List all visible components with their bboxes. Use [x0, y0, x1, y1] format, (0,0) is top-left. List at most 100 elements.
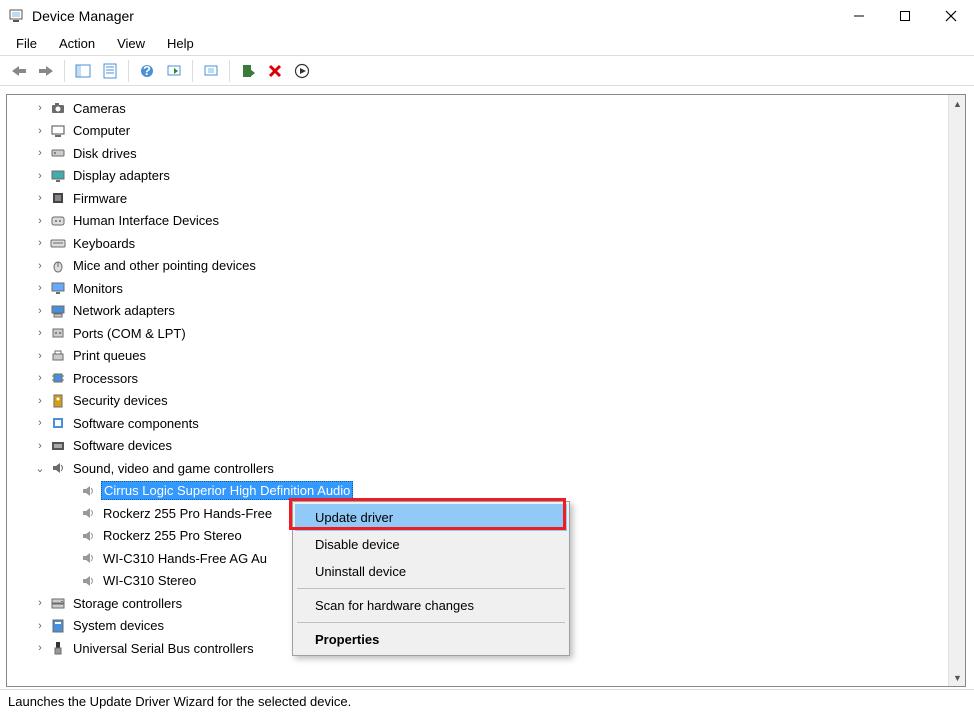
printer-icon	[49, 347, 67, 365]
menu-action[interactable]: Action	[49, 34, 105, 53]
speaker-icon	[79, 572, 97, 590]
expander-icon[interactable]: ›	[33, 305, 47, 317]
expander-icon[interactable]: ›	[33, 620, 47, 632]
maximize-button[interactable]	[882, 0, 928, 32]
tree-item-label: Software components	[71, 415, 201, 432]
computer-icon	[49, 122, 67, 140]
tree-category[interactable]: ›Display adapters	[19, 165, 948, 188]
tree-category[interactable]: › Human Interface Devices	[19, 210, 948, 233]
expander-icon[interactable]: ›	[33, 282, 47, 294]
tree-category[interactable]: › Disk drives	[19, 142, 948, 165]
expander-icon[interactable]: ›	[33, 170, 47, 182]
tree-category[interactable]: ⌄ Sound, video and game controllers	[19, 457, 948, 480]
expander-icon[interactable]: ›	[33, 417, 47, 429]
statusbar-text: Launches the Update Driver Wizard for th…	[8, 694, 351, 709]
expander-icon[interactable]: ›	[33, 102, 47, 114]
help-icon[interactable]: ?	[134, 58, 160, 84]
tree-item-label: Cameras	[71, 100, 128, 117]
tree-category[interactable]: › Processors	[19, 367, 948, 390]
tree-item-label: Human Interface Devices	[71, 212, 221, 229]
expander-icon[interactable]: ›	[33, 372, 47, 384]
back-button[interactable]	[6, 58, 32, 84]
uninstall-device-icon[interactable]	[235, 58, 261, 84]
tree-category[interactable]: ›Security devices	[19, 390, 948, 413]
expander-icon[interactable]: ›	[33, 597, 47, 609]
context-menu-item[interactable]: Properties	[295, 626, 567, 653]
context-menu[interactable]: Update driverDisable deviceUninstall dev…	[292, 501, 570, 656]
tree-item-label: Storage controllers	[71, 595, 184, 612]
expander-icon[interactable]: ›	[33, 192, 47, 204]
sound-icon	[49, 459, 67, 477]
tree-item-label: Processors	[71, 370, 140, 387]
expander-icon[interactable]: ›	[33, 440, 47, 452]
context-menu-item[interactable]: Scan for hardware changes	[295, 592, 567, 619]
update-driver-icon[interactable]	[198, 58, 224, 84]
tree-item-label: Rockerz 255 Pro Hands-Free	[101, 505, 274, 522]
tree-category[interactable]: ›Computer	[19, 120, 948, 143]
expander-icon[interactable]: ›	[33, 327, 47, 339]
tree-category[interactable]: ›Print queues	[19, 345, 948, 368]
context-menu-item[interactable]: Uninstall device	[295, 558, 567, 585]
titlebar: Device Manager	[0, 0, 974, 32]
expander-icon[interactable]: ›	[33, 395, 47, 407]
tree-device[interactable]: Cirrus Logic Superior High Definition Au…	[19, 480, 948, 503]
tree-category[interactable]: ›Firmware	[19, 187, 948, 210]
tree-category[interactable]: › Keyboards	[19, 232, 948, 255]
speaker-icon	[79, 549, 97, 567]
context-menu-separator	[297, 588, 565, 589]
close-button[interactable]	[928, 0, 974, 32]
expander-icon[interactable]: ›	[33, 642, 47, 654]
properties-icon[interactable]	[97, 58, 123, 84]
tree-item-label: Network adapters	[71, 302, 177, 319]
scan-hardware-icon[interactable]	[161, 58, 187, 84]
tree-category[interactable]: › Software devices	[19, 435, 948, 458]
context-menu-item[interactable]: Update driver	[295, 504, 567, 531]
expander-icon[interactable]: ›	[33, 125, 47, 137]
disable-device-icon[interactable]	[262, 58, 288, 84]
tree-category[interactable]: › Monitors	[19, 277, 948, 300]
tree-item-label: Software devices	[71, 437, 174, 454]
context-menu-separator	[297, 622, 565, 623]
menu-view[interactable]: View	[107, 34, 155, 53]
menu-file[interactable]: File	[6, 34, 47, 53]
expander-icon[interactable]: ›	[33, 350, 47, 362]
expander-icon[interactable]: ›	[33, 147, 47, 159]
expander-icon[interactable]: ›	[33, 237, 47, 249]
usb-icon	[49, 639, 67, 657]
enable-device-icon[interactable]	[289, 58, 315, 84]
show-hide-console-tree-icon[interactable]	[70, 58, 96, 84]
tree-category[interactable]: › Network adapters	[19, 300, 948, 323]
expander-icon[interactable]: ›	[33, 215, 47, 227]
tree-item-label: Monitors	[71, 280, 125, 297]
toolbar: ?	[0, 56, 974, 86]
vertical-scrollbar[interactable]: ▲ ▼	[948, 95, 965, 686]
tree-category[interactable]: ›Ports (COM & LPT)	[19, 322, 948, 345]
tree-category[interactable]: › Cameras	[19, 97, 948, 120]
expander-icon[interactable]: ›	[33, 260, 47, 272]
menu-help[interactable]: Help	[157, 34, 204, 53]
forward-button[interactable]	[33, 58, 59, 84]
mouse-icon	[49, 257, 67, 275]
firmware-icon	[49, 189, 67, 207]
disk-icon	[49, 144, 67, 162]
tree-item-label: Disk drives	[71, 145, 139, 162]
scroll-up-icon[interactable]: ▲	[949, 95, 966, 112]
tree-item-label: Mice and other pointing devices	[71, 257, 258, 274]
tree-item-label: Keyboards	[71, 235, 137, 252]
tree-item-label: System devices	[71, 617, 166, 634]
context-menu-item[interactable]: Disable device	[295, 531, 567, 558]
tree-category[interactable]: › Software components	[19, 412, 948, 435]
app-icon	[8, 8, 24, 24]
expander-icon[interactable]: ⌄	[33, 462, 47, 475]
statusbar: Launches the Update Driver Wizard for th…	[0, 689, 974, 713]
tree-category[interactable]: › Mice and other pointing devices	[19, 255, 948, 278]
tree-item-label: Sound, video and game controllers	[71, 460, 276, 477]
minimize-button[interactable]	[836, 0, 882, 32]
hid-icon	[49, 212, 67, 230]
tree-item-label: Cirrus Logic Superior High Definition Au…	[101, 481, 353, 500]
speaker-icon	[79, 527, 97, 545]
scroll-down-icon[interactable]: ▼	[949, 669, 966, 686]
keyboard-icon	[49, 234, 67, 252]
tree-item-label: Universal Serial Bus controllers	[71, 640, 256, 657]
softdev-icon	[49, 437, 67, 455]
